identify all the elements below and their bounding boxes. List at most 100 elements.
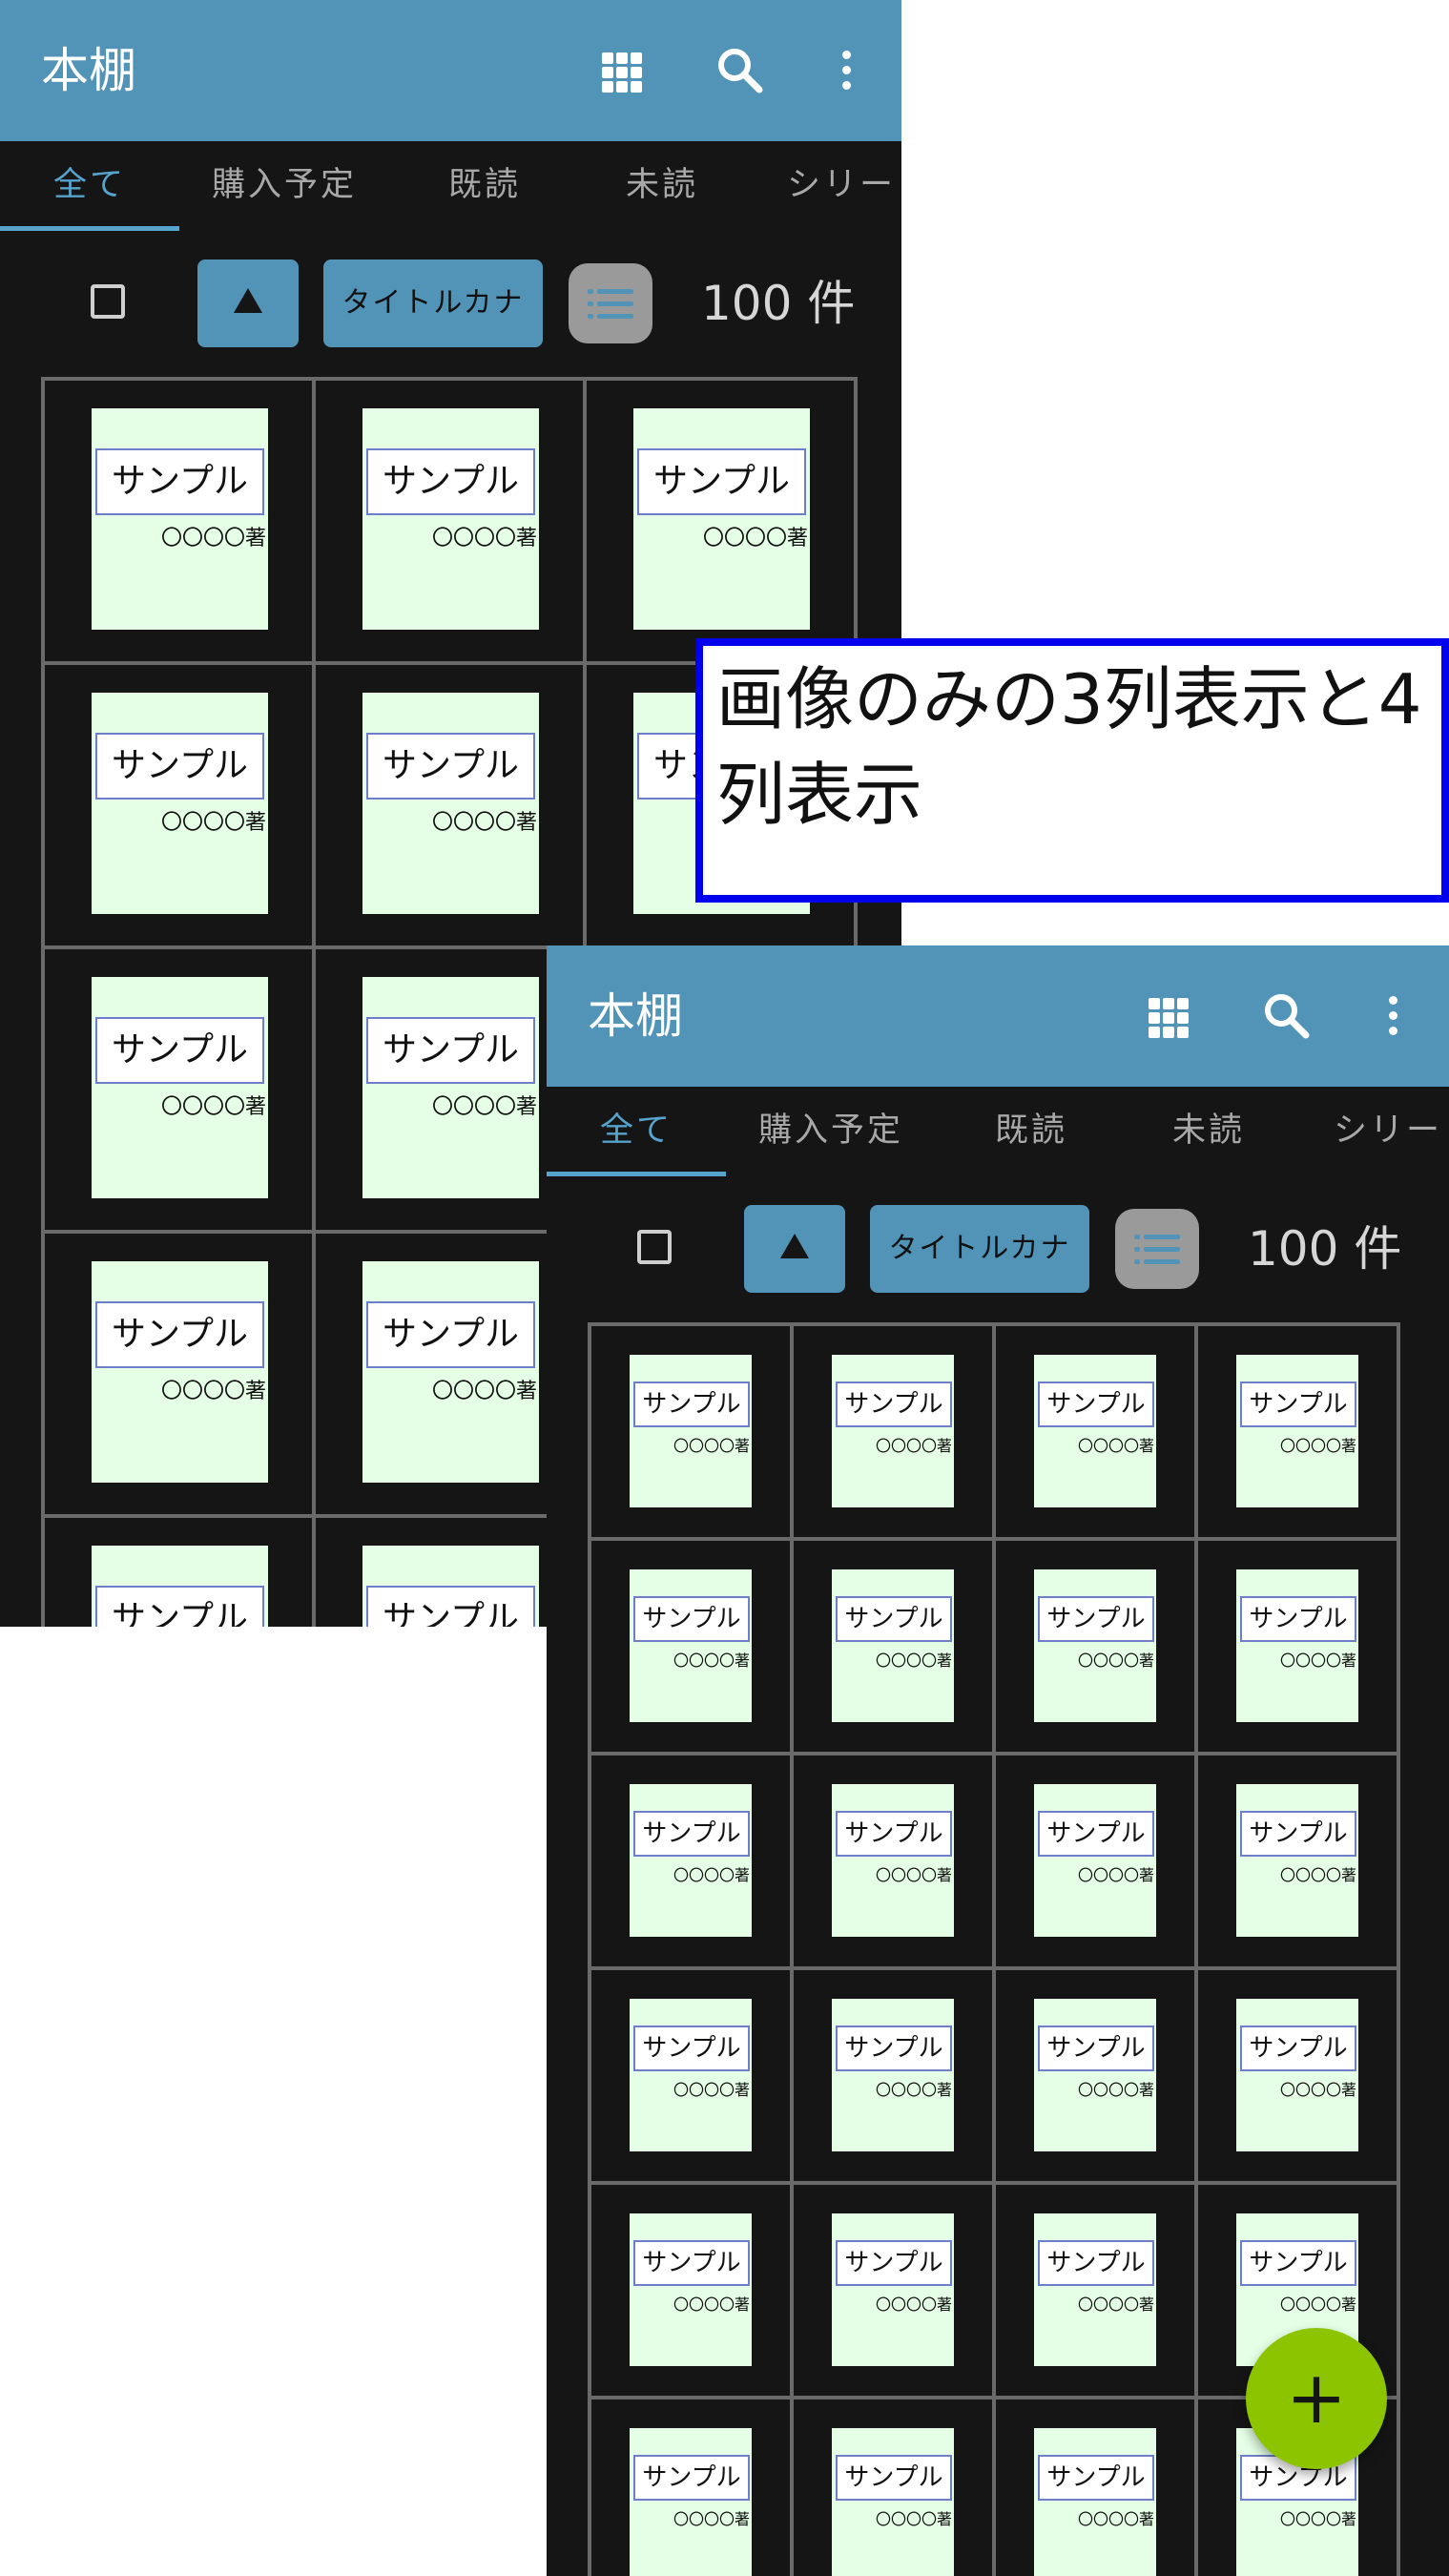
book-author: 〇〇〇〇著 [673,1437,750,1455]
list-view-button[interactable] [569,263,652,343]
search-icon[interactable] [712,42,769,99]
book-title: サンプル [95,733,264,800]
book-title: サンプル [836,1596,952,1642]
search-icon[interactable] [1258,987,1315,1045]
book-author: 〇〇〇〇著 [673,1866,750,1884]
book-cell[interactable]: サンプル〇〇〇〇著 [316,381,587,665]
book-author: 〇〇〇〇著 [673,2510,750,2528]
tab-read[interactable]: 既読 [995,1108,1067,1153]
book-cell[interactable]: サンプル〇〇〇〇著 [591,1326,794,1541]
book-author: 〇〇〇〇著 [431,1095,537,1119]
book-cell[interactable]: サンプル〇〇〇〇著 [591,1970,794,2185]
book-title: サンプル [836,2240,952,2286]
book-title: サンプル [366,448,535,515]
book-cell[interactable]: サンプル〇〇〇〇著 [591,2185,794,2399]
book-cover: サンプル〇〇〇〇著 [630,1784,752,1937]
book-author: 〇〇〇〇著 [702,527,808,551]
book-cell[interactable]: サンプル〇〇〇〇著 [794,1970,996,2185]
book-cell[interactable]: サンプル〇〇〇〇著 [587,381,858,665]
book-cover: サンプル〇〇〇〇著 [630,1569,752,1722]
book-cell[interactable]: サンプル〇〇〇〇著 [591,1541,794,1755]
book-cell[interactable]: サンプル〇〇〇〇著 [591,2399,794,2576]
book-title: サンプル [633,1811,750,1857]
grid-view-icon[interactable] [1140,987,1197,1045]
book-cell[interactable]: サンプル〇〇〇〇著 [45,949,316,1234]
tab-read[interactable]: 既読 [448,162,521,208]
book-cover: サンプル〇〇〇〇著 [630,2428,752,2576]
add-book-button[interactable]: + [1246,2328,1387,2469]
book-author: 〇〇〇〇著 [1279,1652,1356,1670]
book-author: 〇〇〇〇著 [875,2081,952,2099]
tab-unread[interactable]: 未読 [626,162,698,208]
book-author: 〇〇〇〇著 [673,2296,750,2314]
book-cell[interactable]: サンプル〇〇〇〇著 [45,665,316,949]
book-cell[interactable]: サンプル〇〇〇〇著 [794,1755,996,1970]
book-cover: サンプル〇〇〇〇著 [362,1546,539,1627]
book-cell[interactable]: サンプル〇〇〇〇著 [996,1541,1198,1755]
item-count: 100 件 [701,276,856,331]
book-author: 〇〇〇〇著 [1077,2296,1154,2314]
book-title: サンプル [637,448,806,515]
book-title: サンプル [95,1586,264,1627]
book-cell[interactable]: サンプル〇〇〇〇著 [591,1755,794,1970]
select-all-checkbox[interactable] [91,284,125,319]
book-cell[interactable]: サンプル〇〇〇〇著 [45,381,316,665]
book-author: 〇〇〇〇著 [673,1652,750,1670]
tab-series[interactable]: シリー [1334,1108,1442,1153]
book-cell[interactable]: サンプル〇〇〇〇著 [996,2399,1198,2576]
book-cell[interactable]: サンプル〇〇〇〇著 [1198,1755,1400,1970]
app-bar: 本棚 [547,945,1449,1087]
tab-series[interactable]: シリー [787,162,896,208]
book-author: 〇〇〇〇著 [160,1095,266,1119]
book-cell[interactable]: サンプル〇〇〇〇著 [794,2399,996,2576]
book-cell[interactable]: サンプル〇〇〇〇著 [996,1755,1198,1970]
book-author: 〇〇〇〇著 [1077,2510,1154,2528]
sort-field-button[interactable]: タイトルカナ [870,1205,1089,1293]
book-cell[interactable]: サンプル〇〇〇〇著 [996,1970,1198,2185]
book-title: サンプル [836,1381,952,1427]
tab-bar: 全て 購入予定 既読 未読 シリー [547,1087,1449,1178]
tab-bar: 全て 購入予定 既読 未読 シリー [0,141,901,233]
book-title: サンプル [1038,2025,1154,2071]
book-cell[interactable]: サンプル〇〇〇〇著 [794,2185,996,2399]
tab-all[interactable]: 全て [53,162,126,208]
app-bar: 本棚 [0,0,901,141]
more-vert-icon[interactable] [818,42,875,99]
book-author: 〇〇〇〇著 [875,1866,952,1884]
book-cell[interactable]: サンプル〇〇〇〇著 [1198,1970,1400,2185]
book-cover: サンプル〇〇〇〇著 [92,1546,268,1627]
book-cell[interactable]: サンプル〇〇〇〇著 [996,2185,1198,2399]
tab-unread[interactable]: 未読 [1172,1108,1245,1153]
sort-order-button[interactable] [744,1205,845,1293]
book-author: 〇〇〇〇著 [1279,2081,1356,2099]
book-cover: サンプル〇〇〇〇著 [1034,1355,1156,1507]
sort-order-button[interactable] [197,260,299,347]
more-vert-icon[interactable] [1364,987,1421,1045]
book-author: 〇〇〇〇著 [875,1437,952,1455]
book-cell[interactable]: サンプル〇〇〇〇著 [45,1234,316,1518]
book-cover: サンプル〇〇〇〇著 [362,693,539,914]
tab-planned[interactable]: 購入予定 [758,1108,903,1153]
book-title: サンプル [1038,1381,1154,1427]
tab-indicator [547,1172,726,1176]
book-cell[interactable]: サンプル〇〇〇〇著 [45,1518,316,1627]
book-cell[interactable]: サンプル〇〇〇〇著 [794,1326,996,1541]
grid-view-icon[interactable] [593,42,651,99]
book-title: サンプル [95,1301,264,1368]
list-view-button[interactable] [1115,1209,1199,1289]
book-title: サンプル [1240,1811,1356,1857]
book-author: 〇〇〇〇著 [1077,1437,1154,1455]
book-cell[interactable]: サンプル〇〇〇〇著 [1198,1326,1400,1541]
tab-planned[interactable]: 購入予定 [212,162,357,208]
book-title: サンプル [366,1586,535,1627]
book-cover: サンプル〇〇〇〇著 [630,1999,752,2151]
book-cell[interactable]: サンプル〇〇〇〇著 [316,665,587,949]
book-cell[interactable]: サンプル〇〇〇〇著 [1198,1541,1400,1755]
tab-all[interactable]: 全て [600,1108,673,1153]
book-cover: サンプル〇〇〇〇著 [832,1355,954,1507]
book-cell[interactable]: サンプル〇〇〇〇著 [996,1326,1198,1541]
sort-field-button[interactable]: タイトルカナ [323,260,543,347]
app-title: 本棚 [41,43,136,98]
book-cell[interactable]: サンプル〇〇〇〇著 [794,1541,996,1755]
select-all-checkbox[interactable] [637,1230,672,1264]
